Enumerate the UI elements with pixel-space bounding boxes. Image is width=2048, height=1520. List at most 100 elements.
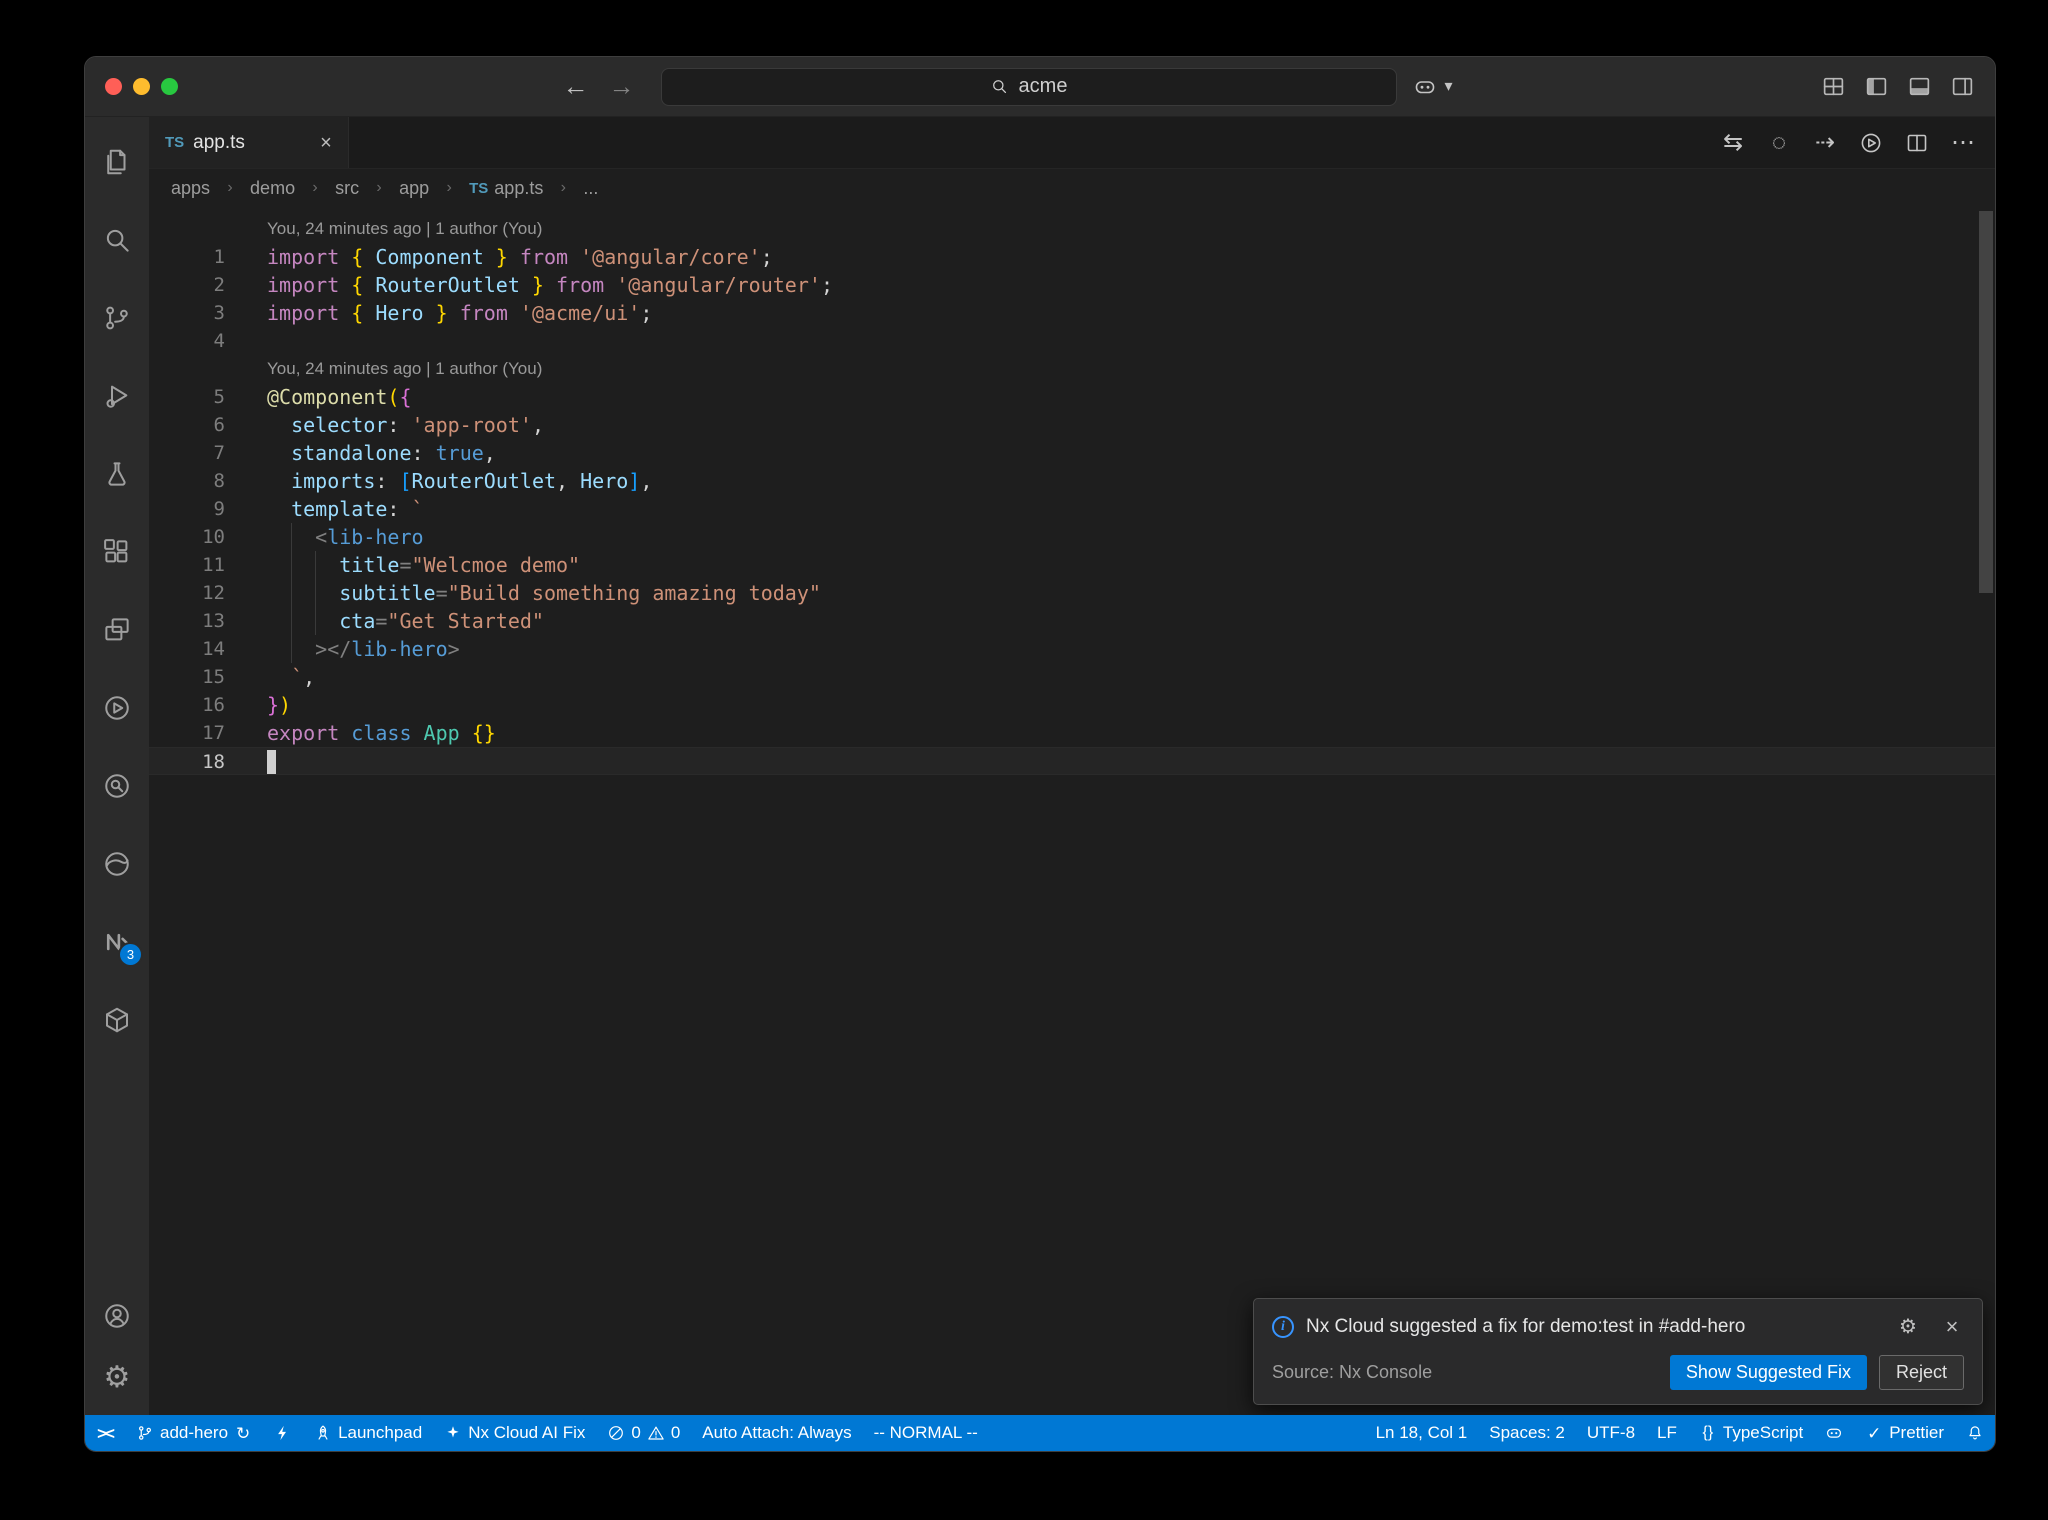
activity-testing[interactable]	[85, 435, 149, 513]
status-eol[interactable]: LF	[1646, 1415, 1688, 1451]
zap-icon	[274, 1424, 292, 1442]
status-formatter-prettier[interactable]: ✓ Prettier	[1854, 1415, 1955, 1451]
open-changes-icon: ⇆	[1722, 128, 1744, 156]
braces-icon: {}	[1702, 1424, 1714, 1441]
vertical-scrollbar[interactable]	[1979, 211, 1993, 593]
error-icon	[607, 1424, 625, 1442]
status-nx-cloud-ai-fix[interactable]: Nx Cloud AI Fix	[433, 1415, 596, 1451]
line-number: 16	[202, 694, 225, 716]
status-language-mode[interactable]: {} TypeScript	[1688, 1415, 1814, 1451]
code-line-6: 6 selector: 'app-root',	[149, 411, 1995, 439]
breadcrumb: apps › demo › src › app › TS app.ts ›...	[149, 169, 1995, 207]
breadcrumb-item-demo[interactable]: demo	[250, 178, 295, 199]
zoom-window-button[interactable]	[161, 78, 178, 95]
status-notifications-bell[interactable]	[1955, 1415, 1995, 1451]
breadcrumb-item-apps[interactable]: apps	[171, 178, 210, 199]
code-line-1: 1 import { Component } from '@angular/cor…	[149, 243, 1995, 271]
status-zap-item[interactable]	[263, 1415, 303, 1451]
tab-label: app.ts	[193, 131, 245, 153]
activity-remote-explorer[interactable]	[85, 591, 149, 669]
sync-icon: ↻	[235, 1423, 251, 1443]
ts-icon: TS	[469, 179, 489, 197]
sparkle-icon	[444, 1424, 462, 1442]
status-vim-mode[interactable]: -- NORMAL --	[863, 1415, 989, 1451]
activity-run-circle[interactable]	[85, 669, 149, 747]
notification-close-icon[interactable]: ×	[1940, 1315, 1964, 1339]
breadcrumb-label: src	[335, 177, 360, 198]
toggle-panel-icon[interactable]	[1907, 74, 1932, 99]
git-blame-annotation[interactable]: You, 24 minutes ago | 1 author (You)	[267, 355, 1995, 383]
typescript-file-icon: TS	[165, 134, 185, 151]
reject-button[interactable]: Reject	[1878, 1355, 1964, 1390]
command-center-search[interactable]: acme	[660, 67, 1397, 106]
breadcrumb-item-[interactable]: ...	[583, 178, 598, 199]
activity-edge-browser[interactable]	[85, 825, 149, 903]
status-launchpad[interactable]: Launchpad	[303, 1415, 433, 1451]
close-tab-icon[interactable]: ×	[316, 133, 336, 153]
activity-run-debug[interactable]	[85, 357, 149, 435]
line-number: 15	[202, 666, 225, 688]
breadcrumb-item-app[interactable]: app	[399, 178, 429, 199]
code-line-8: 8 imports: [RouterOutlet, Hero],	[149, 467, 1995, 495]
status-problems[interactable]: 00	[596, 1415, 691, 1451]
status-auto-attach[interactable]: Auto Attach: Always	[691, 1415, 862, 1451]
line-number: 18	[202, 751, 225, 773]
status-indentation[interactable]: Spaces: 2	[1478, 1415, 1576, 1451]
line-number: 8	[213, 470, 225, 492]
show-suggested-fix-button[interactable]: Show Suggested Fix	[1669, 1355, 1867, 1390]
breadcrumb-item-src[interactable]: src	[335, 178, 359, 199]
status-cursor-position[interactable]: Ln 18, Col 1	[1365, 1415, 1479, 1451]
run-circle-button[interactable]	[1859, 131, 1883, 155]
code-line-7: 7 standalone: true,	[149, 439, 1995, 467]
search-icon	[102, 225, 132, 255]
activity-code-search[interactable]	[85, 747, 149, 825]
status-label: Nx Cloud AI Fix	[468, 1423, 586, 1442]
testing-icon	[102, 459, 132, 489]
breadcrumb-item-appts[interactable]: TS app.ts	[469, 178, 543, 199]
open-changes-button[interactable]: ⇆	[1721, 128, 1745, 156]
activity-source-control[interactable]	[85, 279, 149, 357]
layout-controls	[1821, 74, 1975, 99]
status-git-branch[interactable]: add-hero ↻	[125, 1415, 263, 1451]
status-remote-indicator[interactable]: ><	[85, 1415, 125, 1451]
search-value: acme	[1018, 75, 1068, 97]
code-editor[interactable]: You, 24 minutes ago | 1 author (You) 1 imp…	[149, 207, 1995, 1415]
back-button[interactable]: ←	[563, 71, 589, 102]
activity-explorer[interactable]	[85, 123, 149, 201]
breadcrumb-separator: ›	[312, 179, 318, 196]
line-number: 7	[213, 442, 225, 464]
minimize-window-button[interactable]	[133, 78, 150, 95]
code-text: cta="Get Started"	[339, 609, 544, 633]
toggle-secondary-sidebar-icon[interactable]	[1950, 74, 1975, 99]
activity-containers[interactable]	[85, 981, 149, 1059]
traffic-lights	[105, 78, 178, 95]
split-editor-button[interactable]	[1905, 131, 1929, 155]
code-text: subtitle="Build something amazing today"	[339, 581, 821, 605]
customize-layout-icon[interactable]	[1821, 74, 1846, 99]
status-copilot-status[interactable]	[1814, 1415, 1854, 1451]
more-actions-button[interactable]: ⋯	[1951, 130, 1975, 155]
code-line-10: 10 <lib-hero	[149, 523, 1995, 551]
status-encoding[interactable]: UTF-8	[1576, 1415, 1646, 1451]
tab-app-ts[interactable]: TS app.ts ×	[149, 117, 349, 168]
bell-icon	[1966, 1424, 1984, 1442]
indent-guide	[291, 579, 293, 607]
code-text: })	[267, 693, 292, 717]
activity-account[interactable]	[85, 1285, 149, 1347]
outline-button[interactable]: ◌	[1767, 130, 1791, 155]
copilot-menu[interactable]: ▾	[1413, 75, 1457, 99]
activity-settings-gear[interactable]: ⚙	[85, 1347, 149, 1409]
activity-extensions[interactable]	[85, 513, 149, 591]
activity-search[interactable]	[85, 201, 149, 279]
close-window-button[interactable]	[105, 78, 122, 95]
code-text: imports: [RouterOutlet, Hero],	[291, 469, 653, 493]
forward-button[interactable]: →	[609, 71, 635, 102]
activity-nx-console[interactable]: 3	[85, 903, 149, 981]
title-bar: ← → acme ▾	[85, 57, 1995, 117]
git-blame-annotation[interactable]: You, 24 minutes ago | 1 author (You)	[267, 215, 1995, 243]
run-below-button[interactable]: ⇢	[1813, 130, 1837, 155]
toggle-sidebar-icon[interactable]	[1864, 74, 1889, 99]
remote-explorer-icon	[102, 615, 132, 645]
split-editor-icon	[1905, 131, 1929, 155]
notification-settings-icon[interactable]: ⚙	[1896, 1315, 1920, 1339]
